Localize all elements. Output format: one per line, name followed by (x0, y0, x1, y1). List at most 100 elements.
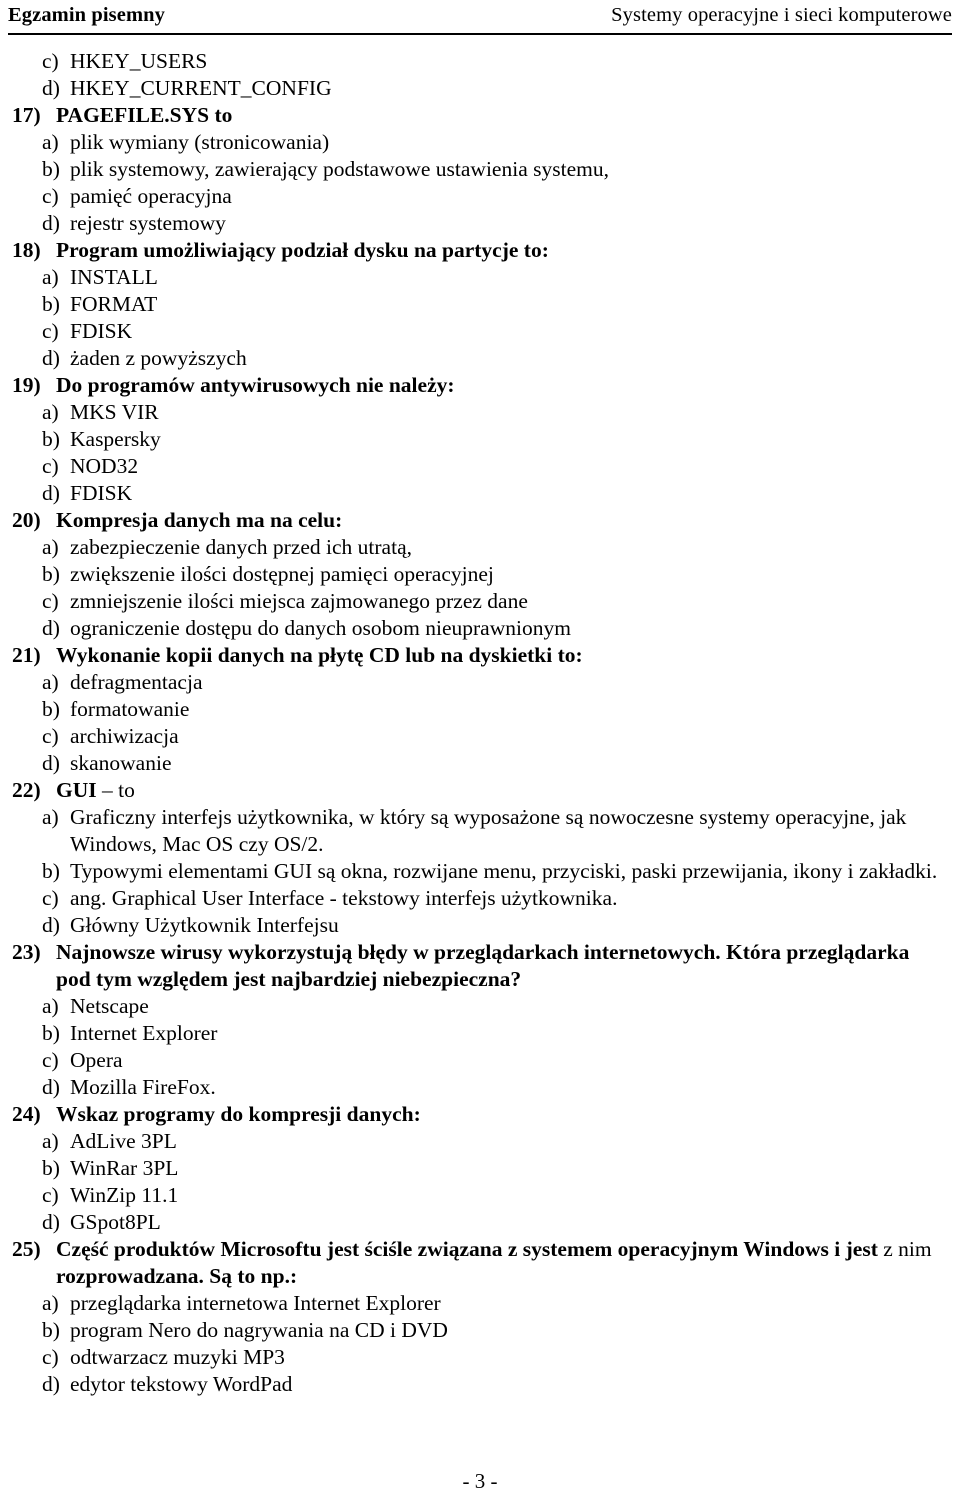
answer-text: zmniejszenie ilości miejsca zajmowanego … (70, 589, 528, 613)
answer-letter: c) (42, 49, 59, 73)
answer-row: a) AdLive 3PL (0, 1128, 960, 1155)
question-text: GUI – to (56, 778, 135, 802)
answer-letter: a) (42, 265, 59, 289)
answer-text: Typowymi elementami GUI są okna, rozwija… (70, 859, 938, 883)
answer-row: c) WinZip 11.1 (0, 1182, 960, 1209)
page-footer: - 3 - (462, 1469, 498, 1493)
answer-letter: c) (42, 184, 59, 208)
answer-row: c) zmniejszenie ilości miejsca zajmowaneg… (0, 588, 960, 615)
answer-row: c) HKEY_USERS (0, 48, 960, 75)
answer-text: GSpot8PL (70, 1210, 161, 1234)
answer-row: c) ang. Graphical User Interface - teksto… (0, 885, 960, 912)
answer-letter: b) (42, 697, 60, 721)
answer-row: c) NOD32 (0, 453, 960, 480)
question-text: Wykonanie kopii danych na płytę CD lub n… (56, 643, 583, 667)
answer-text: zwiększenie ilości dostępnej pamięci ope… (70, 562, 494, 586)
answer-letter: b) (42, 562, 60, 586)
answer-text: HKEY_USERS (70, 49, 208, 73)
answer-letter: a) (42, 805, 59, 829)
answer-letter: b) (42, 859, 60, 883)
answer-text: archiwizacja (70, 724, 179, 748)
answer-letter: b) (42, 1021, 60, 1045)
answer-text: FDISK (70, 319, 133, 343)
answer-text: rejestr systemowy (70, 211, 226, 235)
answer-letter: d) (42, 346, 60, 370)
question-row: 22) GUI – to (0, 777, 960, 804)
answer-letter: c) (42, 1048, 59, 1072)
answer-letter: d) (42, 1372, 60, 1396)
question-row: 23) Najnowsze wirusy wykorzystują błędy w… (0, 939, 960, 993)
answer-text: Główny Użytkownik Interfejsu (70, 913, 339, 937)
question-row: 21) Wykonanie kopii danych na płytę CD lu… (0, 642, 960, 669)
answer-letter: c) (42, 724, 59, 748)
question-number: 25) (12, 1237, 41, 1261)
question-row: 25) Część produktów Microsoftu jest ściśl… (0, 1236, 960, 1290)
answer-row: b) zwiększenie ilości dostępnej pamięci o… (0, 561, 960, 588)
answer-letter: c) (42, 886, 59, 910)
answer-row: d) Główny Użytkownik Interfejsu (0, 912, 960, 939)
answer-text: WinRar 3PL (70, 1156, 179, 1180)
answer-letter: c) (42, 319, 59, 343)
answer-letter: b) (42, 292, 60, 316)
answer-letter: d) (42, 913, 60, 937)
answer-text: ograniczenie dostępu do danych osobom ni… (70, 616, 571, 640)
answer-row: a) INSTALL (0, 264, 960, 291)
question-text: Część produktów Microsoftu jest ściśle z… (56, 1237, 932, 1288)
answer-letter: d) (42, 211, 60, 235)
answer-letter: d) (42, 751, 60, 775)
answer-text: skanowanie (70, 751, 172, 775)
answer-letter: d) (42, 1075, 60, 1099)
header-right-title: Systemy operacyjne i sieci komputerowe (611, 4, 952, 26)
answer-row: b) plik systemowy, zawierający podstawowe… (0, 156, 960, 183)
answer-row: a) zabezpieczenie danych przed ich utratą… (0, 534, 960, 561)
answer-row: d) rejestr systemowy (0, 210, 960, 237)
question-number: 18) (12, 238, 41, 262)
answer-text: defragmentacja (70, 670, 203, 694)
answer-text: pamięć operacyjna (70, 184, 232, 208)
answer-row: a) MKS VIR (0, 399, 960, 426)
answer-letter: d) (42, 616, 60, 640)
exam-page: Egzamin pisemny Systemy operacyjne i sie… (0, 0, 960, 1512)
question-text: Najnowsze wirusy wykorzystują błędy w pr… (56, 940, 910, 991)
answer-text: plik systemowy, zawierający podstawowe u… (70, 157, 609, 181)
answer-row: a) przeglądarka internetowa Internet Expl… (0, 1290, 960, 1317)
answer-letter: d) (42, 481, 60, 505)
answer-letter: a) (42, 994, 59, 1018)
question-row: 24) Wskaz programy do kompresji danych: (0, 1101, 960, 1128)
answer-row: b) FORMAT (0, 291, 960, 318)
answer-row: b) Kaspersky (0, 426, 960, 453)
answer-row: c) pamięć operacyjna (0, 183, 960, 210)
answer-row: a) plik wymiany (stronicowania) (0, 129, 960, 156)
answer-row: b) WinRar 3PL (0, 1155, 960, 1182)
question-text: PAGEFILE.SYS to (56, 103, 233, 127)
answer-row: d) Mozilla FireFox. (0, 1074, 960, 1101)
answer-row: b) Typowymi elementami GUI są okna, rozwi… (0, 858, 960, 885)
header-left-title: Egzamin pisemny (8, 4, 165, 26)
answer-row: d) skanowanie (0, 750, 960, 777)
question-row: 19) Do programów antywirusowych nie należ… (0, 372, 960, 399)
answer-text: MKS VIR (70, 400, 159, 424)
answer-letter: a) (42, 670, 59, 694)
answer-letter: a) (42, 1129, 59, 1153)
answer-letter: a) (42, 400, 59, 424)
answer-row: a) Netscape (0, 993, 960, 1020)
answer-text: HKEY_CURRENT_CONFIG (70, 76, 332, 100)
answer-letter: a) (42, 535, 59, 559)
answer-text: FORMAT (70, 292, 158, 316)
question-row: 17) PAGEFILE.SYS to (0, 102, 960, 129)
question-number: 17) (12, 103, 41, 127)
answer-row: b) program Nero do nagrywania na CD i DVD (0, 1317, 960, 1344)
question-row: 20) Kompresja danych ma na celu: (0, 507, 960, 534)
answer-row: a) Graficzny interfejs użytkownika, w któ… (0, 804, 960, 858)
answer-text: przeglądarka internetowa Internet Explor… (70, 1291, 441, 1315)
answer-text: WinZip 11.1 (70, 1183, 179, 1207)
answer-letter: d) (42, 1210, 60, 1234)
answer-row: c) archiwizacja (0, 723, 960, 750)
answer-row: d) HKEY_CURRENT_CONFIG (0, 75, 960, 102)
answer-text: plik wymiany (stronicowania) (70, 130, 330, 154)
answer-text: Graficzny interfejs użytkownika, w który… (70, 805, 907, 856)
answer-letter: a) (42, 1291, 59, 1315)
question-text-regular-mid: z nim (877, 1237, 932, 1261)
question-number: 22) (12, 778, 41, 802)
answer-letter: c) (42, 1345, 59, 1369)
